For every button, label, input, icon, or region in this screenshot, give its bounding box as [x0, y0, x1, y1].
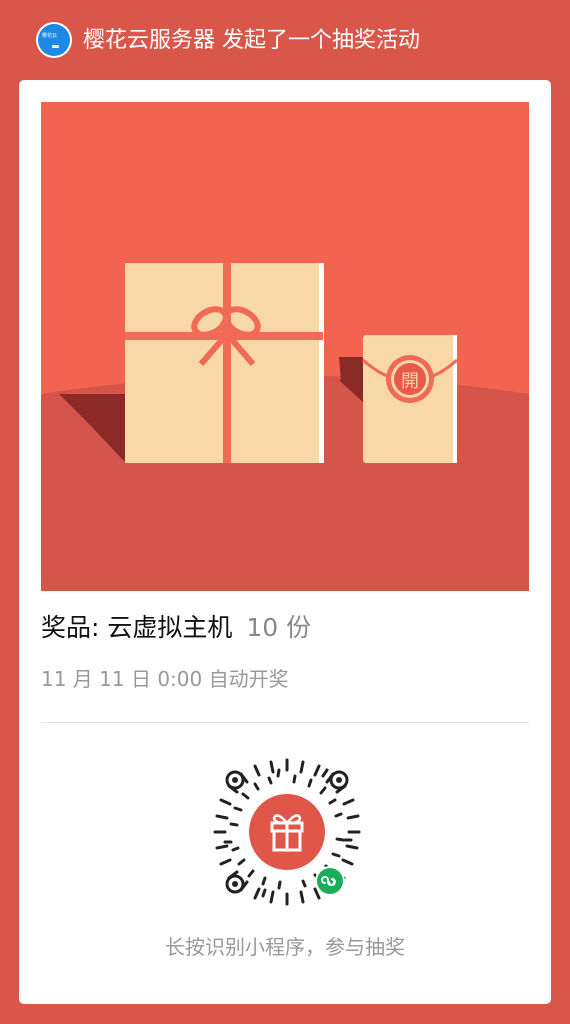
prize-name: 奖品: 云虚拟主机 — [41, 613, 233, 642]
gift-illustration: 開 — [41, 102, 529, 591]
prize-line: 奖品: 云虚拟主机 10 份 — [41, 610, 311, 646]
avatar-chip — [52, 45, 59, 48]
draw-time: 11 月 11 日 0:00 自动开奖 — [41, 667, 289, 691]
prize-illustration: 開 — [41, 102, 529, 591]
avatar[interactable]: 樱花云 — [36, 22, 72, 58]
divider — [41, 722, 529, 723]
mini-program-icon — [317, 868, 343, 894]
envelope-char: 開 — [401, 371, 419, 392]
mini-program-badge — [315, 866, 345, 896]
avatar-logo: 樱花云 — [38, 24, 70, 56]
page-title: 樱花云服务器 发起了一个抽奖活动 — [83, 28, 420, 53]
header: 樱花云 樱花云服务器 发起了一个抽奖活动 — [0, 0, 570, 80]
scan-hint: 长按识别小程序，参与抽奖 — [165, 935, 405, 959]
avatar-text: 樱花云 — [42, 33, 58, 39]
lottery-card: 開 奖品: 云虚拟主机 10 份 11 月 11 日 0:00 自动开奖 长按识… — [19, 80, 551, 1004]
prize-count: 10 份 — [246, 613, 312, 642]
